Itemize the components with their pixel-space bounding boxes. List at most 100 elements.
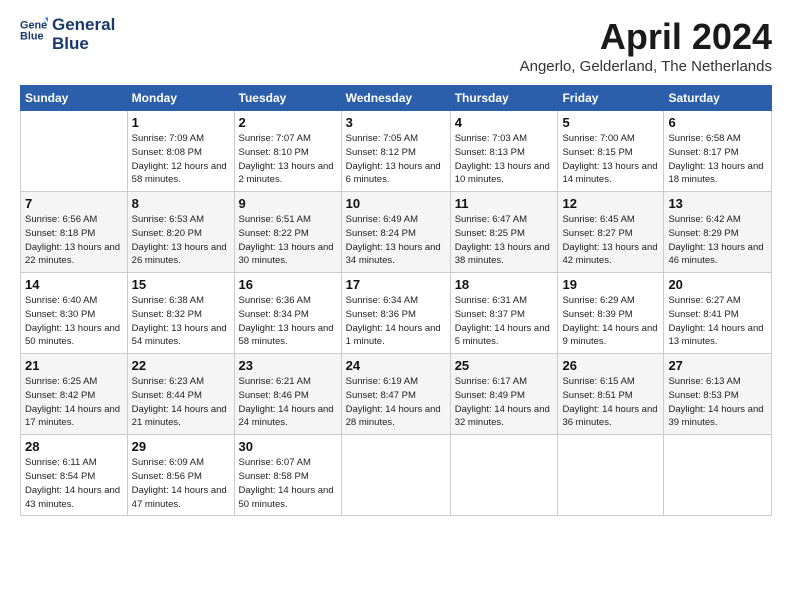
day-number: 9 — [239, 196, 337, 211]
logo-blue: Blue — [52, 35, 115, 54]
day-info: Sunrise: 6:07 AMSunset: 8:58 PMDaylight:… — [239, 456, 337, 511]
calendar-cell: 7 Sunrise: 6:56 AMSunset: 8:18 PMDaylight… — [21, 192, 128, 273]
day-info: Sunrise: 6:38 AMSunset: 8:32 PMDaylight:… — [132, 294, 230, 349]
day-info: Sunrise: 6:56 AMSunset: 8:18 PMDaylight:… — [25, 213, 123, 268]
calendar-cell: 5Sunrise: 7:00 AMSunset: 8:15 PMDaylight… — [558, 111, 664, 192]
day-number: 26 — [562, 358, 659, 373]
header-day: Thursday — [450, 86, 558, 111]
day-number: 18 — [455, 277, 554, 292]
calendar-cell: 1 Sunrise: 7:09 AMSunset: 8:08 PMDaylight… — [127, 111, 234, 192]
calendar-cell: 13Sunrise: 6:42 AMSunset: 8:29 PMDayligh… — [664, 192, 772, 273]
day-number: 8 — [132, 196, 230, 211]
calendar-cell: 14 Sunrise: 6:40 AMSunset: 8:30 PMDayligh… — [21, 273, 128, 354]
day-number: 7 — [25, 196, 123, 211]
calendar-cell: 18 Sunrise: 6:31 AMSunset: 8:37 PMDayligh… — [450, 273, 558, 354]
title-area: April 2024 Angerlo, Gelderland, The Neth… — [520, 16, 772, 75]
day-info: Sunrise: 7:05 AMSunset: 8:12 PMDaylight:… — [346, 132, 446, 187]
logo-icon: General Blue — [20, 16, 48, 44]
calendar-week-row: 14 Sunrise: 6:40 AMSunset: 8:30 PMDayligh… — [21, 273, 772, 354]
calendar-cell: 30 Sunrise: 6:07 AMSunset: 8:58 PMDayligh… — [234, 435, 341, 516]
day-number: 16 — [239, 277, 337, 292]
day-info: Sunrise: 6:47 AMSunset: 8:25 PMDaylight:… — [455, 213, 554, 268]
day-info: Sunrise: 6:23 AMSunset: 8:44 PMDaylight:… — [132, 375, 230, 430]
day-number: 17 — [346, 277, 446, 292]
day-number: 23 — [239, 358, 337, 373]
calendar-cell — [21, 111, 128, 192]
day-number: 29 — [132, 439, 230, 454]
header-day: Saturday — [664, 86, 772, 111]
calendar-cell: 29 Sunrise: 6:09 AMSunset: 8:56 PMDayligh… — [127, 435, 234, 516]
calendar-cell: 28Sunrise: 6:11 AMSunset: 8:54 PMDayligh… — [21, 435, 128, 516]
day-number: 19 — [562, 277, 659, 292]
day-number: 30 — [239, 439, 337, 454]
day-info: Sunrise: 6:09 AMSunset: 8:56 PMDaylight:… — [132, 456, 230, 511]
day-info: Sunrise: 7:00 AMSunset: 8:15 PMDaylight:… — [562, 132, 659, 187]
header-day: Monday — [127, 86, 234, 111]
day-info: Sunrise: 6:11 AMSunset: 8:54 PMDaylight:… — [25, 456, 123, 511]
day-number: 2 — [239, 115, 337, 130]
day-number: 12 — [562, 196, 659, 211]
day-number: 20 — [668, 277, 767, 292]
page: General Blue General Blue April 2024 Ang… — [0, 0, 792, 526]
logo: General Blue General Blue — [20, 16, 115, 53]
day-info: Sunrise: 6:27 AMSunset: 8:41 PMDaylight:… — [668, 294, 767, 349]
day-info: Sunrise: 6:51 AMSunset: 8:22 PMDaylight:… — [239, 213, 337, 268]
day-info: Sunrise: 6:29 AMSunset: 8:39 PMDaylight:… — [562, 294, 659, 349]
day-number: 14 — [25, 277, 123, 292]
day-info: Sunrise: 6:19 AMSunset: 8:47 PMDaylight:… — [346, 375, 446, 430]
calendar-cell: 17Sunrise: 6:34 AMSunset: 8:36 PMDayligh… — [341, 273, 450, 354]
header-day: Tuesday — [234, 86, 341, 111]
calendar-cell: 12 Sunrise: 6:45 AMSunset: 8:27 PMDayligh… — [558, 192, 664, 273]
calendar-cell: 2 Sunrise: 7:07 AMSunset: 8:10 PMDaylight… — [234, 111, 341, 192]
location-title: Angerlo, Gelderland, The Netherlands — [520, 58, 772, 75]
calendar-week-row: 7 Sunrise: 6:56 AMSunset: 8:18 PMDaylight… — [21, 192, 772, 273]
day-number: 21 — [25, 358, 123, 373]
day-number: 27 — [668, 358, 767, 373]
calendar-cell: 8Sunrise: 6:53 AMSunset: 8:20 PMDaylight… — [127, 192, 234, 273]
calendar-cell: 3 Sunrise: 7:05 AMSunset: 8:12 PMDaylight… — [341, 111, 450, 192]
logo-general: General — [52, 16, 115, 35]
day-info: Sunrise: 6:15 AMSunset: 8:51 PMDaylight:… — [562, 375, 659, 430]
day-info: Sunrise: 7:07 AMSunset: 8:10 PMDaylight:… — [239, 132, 337, 187]
header-row: SundayMondayTuesdayWednesdayThursdayFrid… — [21, 86, 772, 111]
day-info: Sunrise: 6:31 AMSunset: 8:37 PMDaylight:… — [455, 294, 554, 349]
calendar-cell: 23 Sunrise: 6:21 AMSunset: 8:46 PMDayligh… — [234, 354, 341, 435]
calendar-cell: 10 Sunrise: 6:49 AMSunset: 8:24 PMDayligh… — [341, 192, 450, 273]
day-info: Sunrise: 7:09 AMSunset: 8:08 PMDaylight:… — [132, 132, 230, 187]
header: General Blue General Blue April 2024 Ang… — [20, 16, 772, 75]
header-day: Friday — [558, 86, 664, 111]
day-info: Sunrise: 6:45 AMSunset: 8:27 PMDaylight:… — [562, 213, 659, 268]
calendar-cell: 11 Sunrise: 6:47 AMSunset: 8:25 PMDayligh… — [450, 192, 558, 273]
month-title: April 2024 — [520, 16, 772, 58]
day-number: 10 — [346, 196, 446, 211]
calendar-cell: 9 Sunrise: 6:51 AMSunset: 8:22 PMDaylight… — [234, 192, 341, 273]
day-info: Sunrise: 6:40 AMSunset: 8:30 PMDaylight:… — [25, 294, 123, 349]
calendar-cell — [341, 435, 450, 516]
day-info: Sunrise: 6:25 AMSunset: 8:42 PMDaylight:… — [25, 375, 123, 430]
day-info: Sunrise: 6:36 AMSunset: 8:34 PMDaylight:… — [239, 294, 337, 349]
day-info: Sunrise: 6:58 AMSunset: 8:17 PMDaylight:… — [668, 132, 767, 187]
calendar-week-row: 28Sunrise: 6:11 AMSunset: 8:54 PMDayligh… — [21, 435, 772, 516]
day-info: Sunrise: 6:49 AMSunset: 8:24 PMDaylight:… — [346, 213, 446, 268]
calendar-cell: 15 Sunrise: 6:38 AMSunset: 8:32 PMDayligh… — [127, 273, 234, 354]
svg-text:Blue: Blue — [20, 30, 44, 42]
calendar-cell: 24 Sunrise: 6:19 AMSunset: 8:47 PMDayligh… — [341, 354, 450, 435]
day-number: 15 — [132, 277, 230, 292]
calendar-cell: 16 Sunrise: 6:36 AMSunset: 8:34 PMDayligh… — [234, 273, 341, 354]
calendar-table: SundayMondayTuesdayWednesdayThursdayFrid… — [20, 85, 772, 516]
calendar-cell: 4Sunrise: 7:03 AMSunset: 8:13 PMDaylight… — [450, 111, 558, 192]
calendar-cell: 25Sunrise: 6:17 AMSunset: 8:49 PMDayligh… — [450, 354, 558, 435]
day-number: 24 — [346, 358, 446, 373]
day-number: 1 — [132, 115, 230, 130]
day-number: 11 — [455, 196, 554, 211]
calendar-cell: 19 Sunrise: 6:29 AMSunset: 8:39 PMDayligh… — [558, 273, 664, 354]
day-info: Sunrise: 6:21 AMSunset: 8:46 PMDaylight:… — [239, 375, 337, 430]
day-number: 6 — [668, 115, 767, 130]
calendar-cell — [450, 435, 558, 516]
day-number: 3 — [346, 115, 446, 130]
calendar-week-row: 1 Sunrise: 7:09 AMSunset: 8:08 PMDaylight… — [21, 111, 772, 192]
calendar-cell: 20 Sunrise: 6:27 AMSunset: 8:41 PMDayligh… — [664, 273, 772, 354]
header-day: Sunday — [21, 86, 128, 111]
calendar-cell: 6 Sunrise: 6:58 AMSunset: 8:17 PMDaylight… — [664, 111, 772, 192]
calendar-week-row: 21 Sunrise: 6:25 AMSunset: 8:42 PMDayligh… — [21, 354, 772, 435]
